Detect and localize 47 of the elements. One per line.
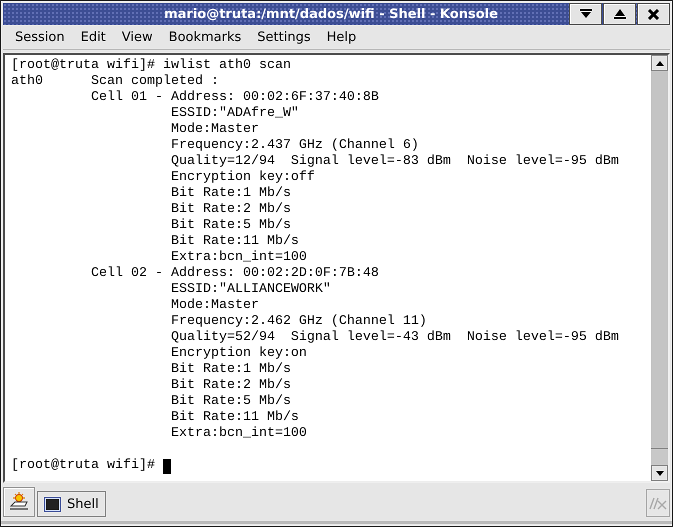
- minimize-icon: [580, 9, 592, 19]
- terminal-line: Cell 01 - Address: 00:02:6F:37:40:8B: [90, 90, 379, 106]
- terminal-line: Mode:Master: [170, 298, 259, 314]
- terminal-line: ath0 Scan completed :: [11, 74, 219, 90]
- terminal-line: Frequency:2.437 GHz (Channel 6): [170, 138, 419, 154]
- terminal-line: Bit Rate:1 Mb/s: [170, 186, 291, 202]
- window-title: mario@truta:/mnt/dados/wifi - Shell - Konsole: [163, 6, 499, 22]
- maximize-icon: [614, 9, 626, 19]
- close-session-icon: [648, 496, 668, 510]
- menu-item[interactable]: Edit: [72, 30, 114, 44]
- session-tab[interactable]: Shell: [37, 491, 106, 517]
- terminal-line: Mode:Master: [170, 122, 259, 138]
- menu-item[interactable]: View: [114, 30, 161, 44]
- menu-item[interactable]: Settings: [249, 30, 319, 44]
- terminal-line: Encryption key:on: [170, 346, 307, 362]
- terminal-line: Quality=52/94 Signal level=-43 dBm Noise level=-95 dBm: [170, 330, 619, 346]
- terminal-line: Encryption key:off: [170, 170, 315, 186]
- terminal-line: Cell 02 - Address: 00:02:2D:0F:7B:48: [90, 266, 379, 282]
- terminal-line: Extra:bcn_int=100: [170, 426, 307, 442]
- terminal-line: Bit Rate:5 Mb/s: [170, 218, 291, 234]
- new-session-button[interactable]: [3, 487, 35, 517]
- minimize-button[interactable]: [569, 3, 602, 25]
- terminal-line: Bit Rate:11 Mb/s: [170, 410, 299, 426]
- terminal-line: Bit Rate:2 Mb/s: [170, 202, 291, 218]
- menu-item[interactable]: Help: [318, 30, 364, 44]
- menu-item[interactable]: Session: [7, 30, 73, 44]
- close-icon: [648, 8, 659, 20]
- terminal-line: ESSID:"ALLIANCEWORK": [170, 282, 331, 298]
- terminal-icon: [44, 496, 61, 512]
- terminal-line: ESSID:"ADAfre_W": [170, 106, 299, 122]
- close-button[interactable]: [637, 3, 670, 25]
- terminal-line: Bit Rate:11 Mb/s: [170, 234, 299, 250]
- maximize-button[interactable]: [603, 3, 636, 25]
- terminal-line: Bit Rate:5 Mb/s: [170, 394, 291, 410]
- terminal-line: [root@truta wifi]# iwlist ath0 scan: [11, 58, 291, 74]
- terminal-line: Quality=12/94 Signal level=-83 dBm Noise level=-95 dBm: [170, 154, 619, 170]
- shell-prompt: [root@truta wifi]#: [11, 458, 156, 474]
- scroll-down-button[interactable]: [651, 465, 668, 481]
- terminal-line: Bit Rate:1 Mb/s: [170, 362, 291, 378]
- down-arrow-icon: [656, 470, 664, 476]
- sun-over-desk-icon: [8, 492, 30, 512]
- terminal-line: Bit Rate:2 Mb/s: [170, 378, 291, 394]
- terminal-line: Frequency:2.462 GHz (Channel 11): [170, 314, 427, 330]
- up-arrow-icon: [656, 60, 664, 66]
- terminal-line: Extra:bcn_int=100: [170, 250, 307, 266]
- scroll-up-button[interactable]: [651, 55, 668, 71]
- menu-item[interactable]: Bookmarks: [160, 30, 250, 44]
